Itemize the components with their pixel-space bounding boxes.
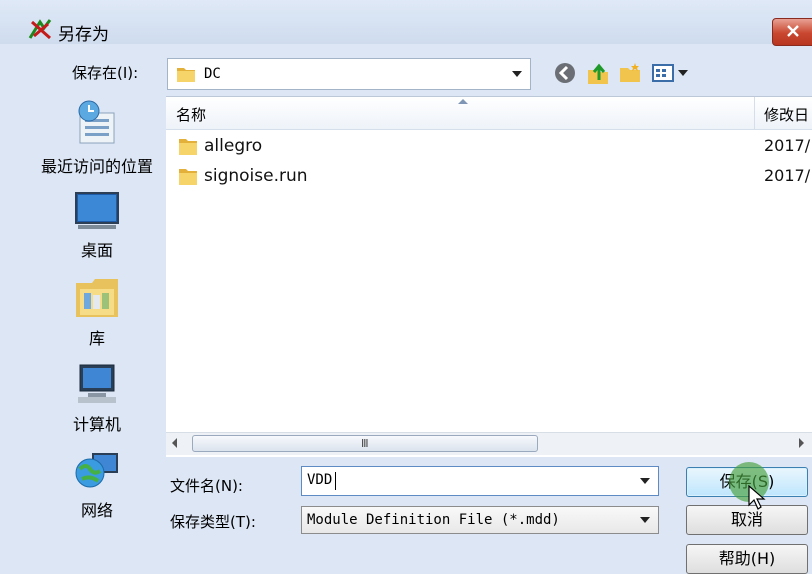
text-caret: [335, 472, 336, 490]
desktop-icon: [75, 192, 119, 229]
mouse-cursor-icon: [748, 485, 766, 510]
view-dropdown-icon: [678, 70, 688, 76]
places-bar: 最近访问的位置 桌面 库 计算机 网络: [30, 95, 164, 574]
close-button[interactable]: [772, 18, 812, 46]
libraries-icon: [76, 279, 118, 317]
current-folder-name: DC: [204, 66, 221, 82]
back-icon[interactable]: [554, 62, 576, 84]
column-header-name[interactable]: 名称: [176, 104, 206, 125]
filename-label: 文件名(N):: [170, 477, 243, 495]
filetype-label: 保存类型(T):: [170, 513, 256, 531]
title-bar[interactable]: 另存为: [0, 0, 812, 46]
place-libraries-label: 库: [88, 329, 105, 348]
scrollbar-thumb[interactable]: Ⅲ: [192, 435, 538, 452]
filename-input[interactable]: VDD: [301, 466, 659, 496]
scroll-left-icon[interactable]: [172, 438, 177, 448]
folder-icon: [179, 139, 197, 155]
save-in-combo[interactable]: DC: [167, 58, 531, 90]
scroll-right-icon[interactable]: [799, 438, 804, 448]
filename-value: VDD: [307, 472, 333, 488]
place-desktop-label: 桌面: [80, 241, 113, 260]
file-name: signoise.run: [204, 166, 308, 186]
file-date: 2017/: [764, 136, 811, 155]
place-computer-label: 计算机: [72, 415, 121, 434]
place-recent-label: 最近访问的位置: [40, 157, 153, 176]
place-desktop[interactable]: 桌面: [30, 191, 164, 261]
file-row[interactable]: signoise.run 2017/: [166, 161, 812, 191]
folder-icon: [177, 68, 195, 82]
view-grid-icon: [652, 64, 674, 82]
computer-icon: [78, 364, 116, 403]
app-icon: [28, 19, 52, 40]
place-computer[interactable]: 计算机: [30, 363, 164, 435]
chevron-down-icon[interactable]: [640, 517, 650, 523]
place-network[interactable]: 网络: [30, 447, 164, 521]
sort-ascending-icon: [458, 99, 468, 104]
recent-places-icon: [78, 100, 115, 144]
grip-icon: Ⅲ: [361, 437, 370, 450]
chevron-down-icon[interactable]: [640, 478, 650, 484]
cancel-button[interactable]: 取消: [686, 505, 808, 535]
view-menu-button[interactable]: [652, 64, 690, 84]
file-name: allegro: [204, 136, 263, 156]
place-libraries[interactable]: 库: [30, 275, 164, 349]
window-title: 另存为: [58, 25, 109, 45]
file-list[interactable]: 名称 修改日 allegro 2017/ signoise.run 2017/: [166, 96, 812, 457]
filetype-value: Module Definition File (*.mdd): [307, 512, 560, 528]
close-icon: [787, 25, 799, 37]
column-separator[interactable]: [754, 97, 755, 129]
save-as-dialog: 另存为 保存在(I): DC 最近访问的位置 桌面 库 计算机 网络 名称 修改…: [0, 0, 812, 574]
horizontal-scrollbar[interactable]: Ⅲ: [166, 432, 812, 455]
folder-icon: [179, 169, 197, 185]
chevron-down-icon[interactable]: [512, 71, 522, 77]
file-row[interactable]: allegro 2017/: [166, 131, 812, 161]
place-recent[interactable]: 最近访问的位置: [30, 99, 164, 177]
save-in-label: 保存在(I):: [72, 64, 139, 82]
place-network-label: 网络: [80, 501, 113, 520]
file-list-header: 名称 修改日: [166, 97, 812, 130]
help-button[interactable]: 帮助(H): [686, 544, 808, 574]
up-folder-icon[interactable]: [586, 62, 610, 86]
new-folder-icon[interactable]: [618, 62, 642, 84]
network-icon: [75, 453, 118, 488]
file-date: 2017/: [764, 166, 811, 185]
column-header-date[interactable]: 修改日: [764, 104, 809, 125]
filetype-select[interactable]: Module Definition File (*.mdd): [301, 506, 659, 534]
